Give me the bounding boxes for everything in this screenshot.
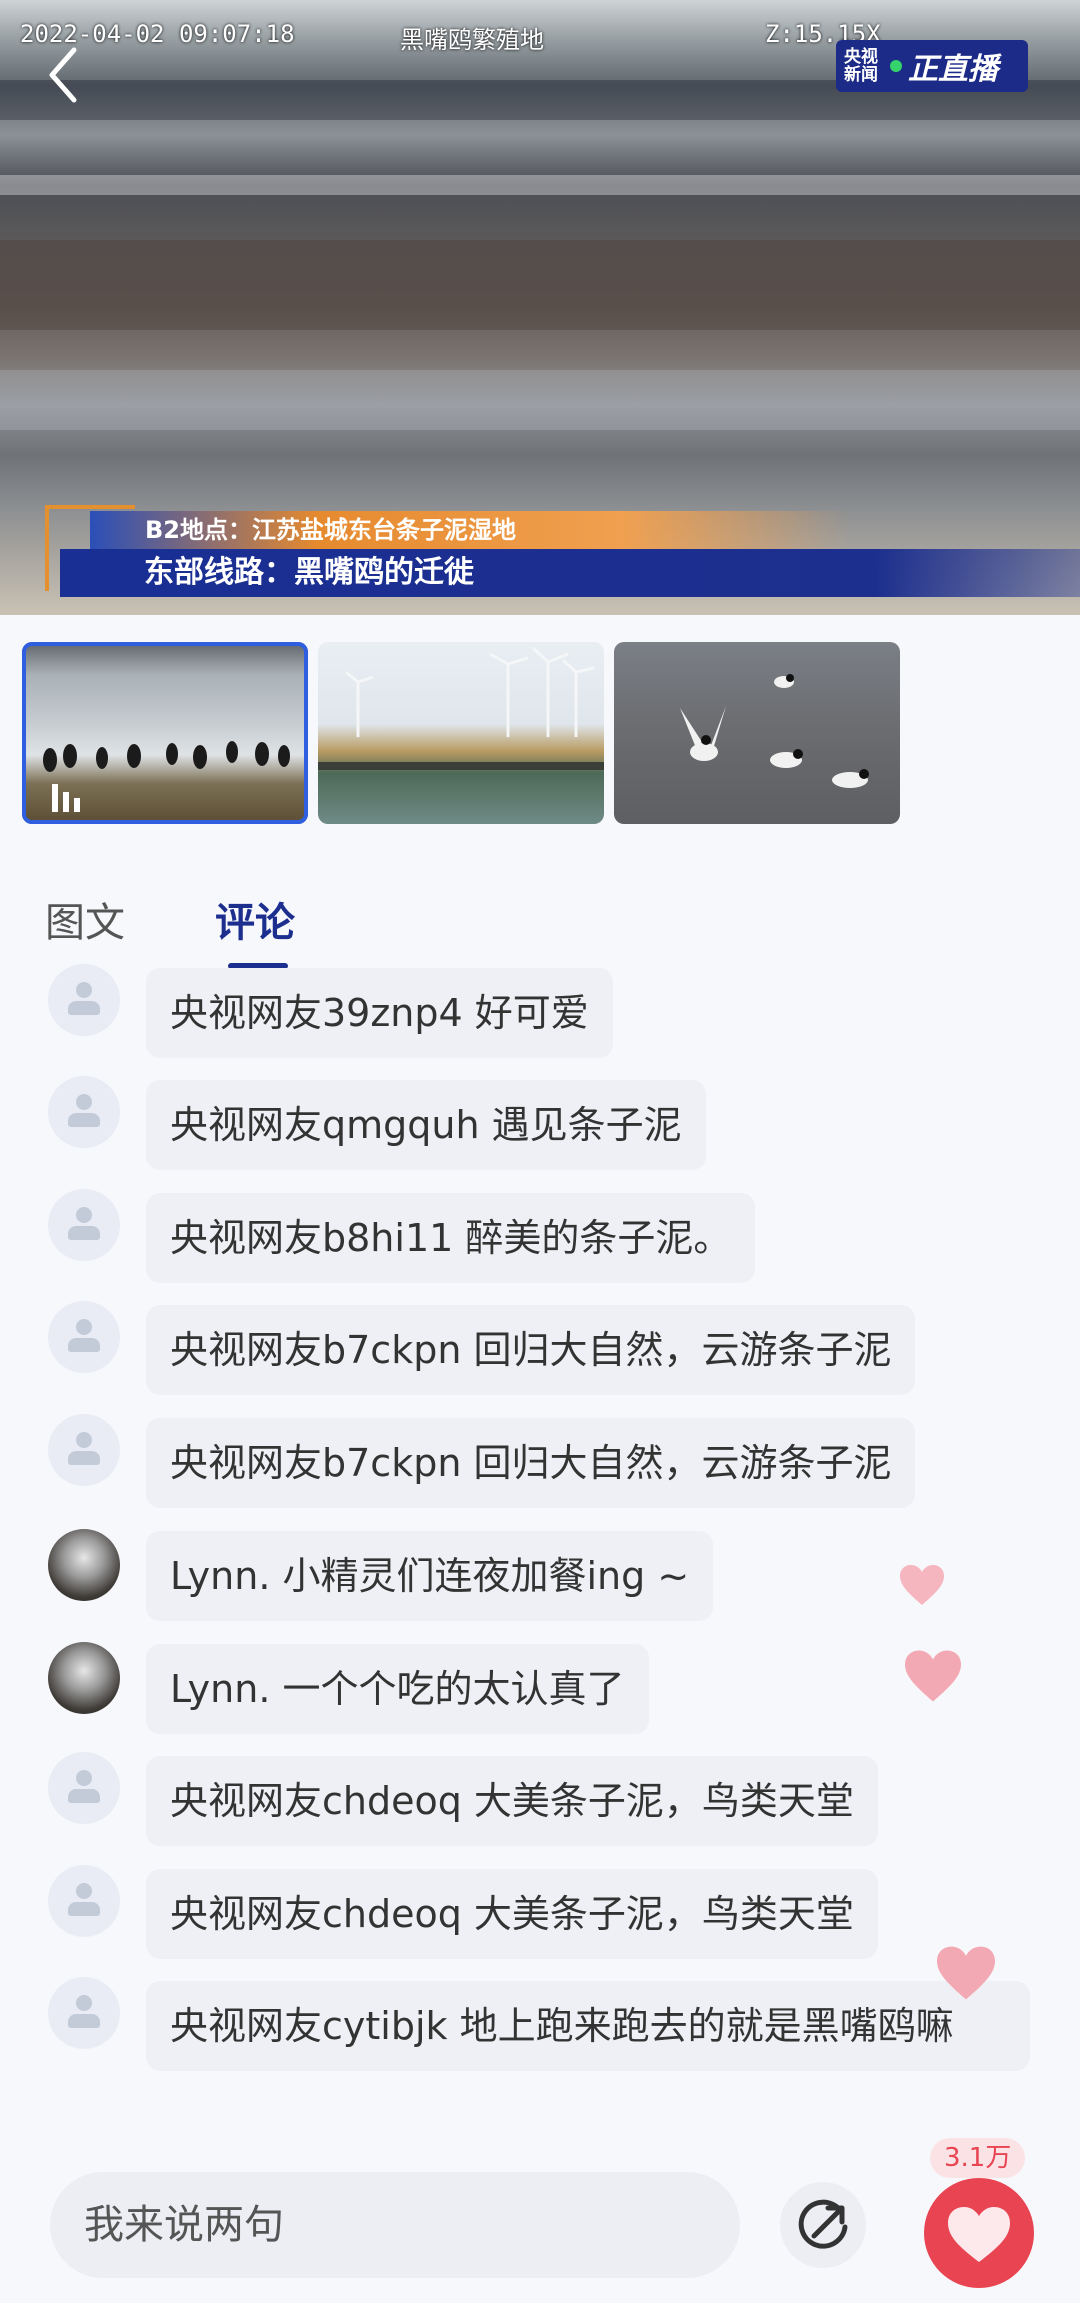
- lower-third: B2地点：江苏盐城东台条子泥湿地 东部线路：黑嘴鸥的迁徙: [0, 505, 1080, 600]
- comment-input[interactable]: 我来说两句: [50, 2172, 740, 2278]
- comment-bubble: 央视网友cytibjk 地上跑来跑去的就是黑嘴鸥嘛: [146, 1981, 1030, 2071]
- video-band: [0, 370, 1080, 430]
- avatar-default-icon: [48, 1752, 120, 1824]
- comment-bubble: Lynn. 小精灵们连夜加餐ing ~: [146, 1531, 714, 1621]
- lower-third-location: B2地点：江苏盐城东台条子泥湿地: [90, 511, 850, 549]
- floating-heart-icon: [937, 1946, 995, 2000]
- comment-bubble: Lynn. 一个个吃的太认真了: [146, 1644, 649, 1734]
- heart-icon: [948, 2207, 1010, 2262]
- like-count: 3.1万: [930, 2138, 1026, 2178]
- back-button[interactable]: [40, 40, 90, 110]
- live-badge: 央视新闻 正直播: [836, 40, 1028, 92]
- bottom-bar: 我来说两句 3.1万: [0, 2138, 1080, 2303]
- video-player[interactable]: 2022-04-02 09:07:18 黑嘴鸥繁殖地 Z:15.15X 央视新闻…: [0, 0, 1080, 615]
- avatar-default-icon: [48, 1414, 120, 1486]
- avatar-photo: [48, 1529, 120, 1601]
- live-badge-text: 正直播: [908, 52, 998, 87]
- avatar-photo: [48, 1642, 120, 1714]
- share-icon: [798, 2199, 848, 2249]
- comment-bubble: 央视网友chdeoq 大美条子泥，鸟类天堂: [146, 1756, 878, 1846]
- avatar-default-icon: [48, 1189, 120, 1261]
- share-button[interactable]: [780, 2182, 866, 2268]
- chevron-left-icon: [49, 47, 77, 103]
- cctv-news-logo: 央视新闻: [844, 47, 878, 85]
- pause-icon: [52, 782, 88, 812]
- gulls: [680, 674, 869, 788]
- video-band: [0, 240, 1080, 330]
- video-band: [0, 175, 1080, 195]
- comment-bubble: 央视网友chdeoq 大美条子泥，鸟类天堂: [146, 1869, 878, 1959]
- live-dot-icon: [890, 60, 902, 72]
- floating-heart-icon: [900, 1565, 944, 1605]
- wind-turbines: [318, 646, 604, 770]
- thumbnail-view-3[interactable]: [614, 642, 900, 824]
- avatar-default-icon: [48, 1076, 120, 1148]
- like-button[interactable]: [924, 2178, 1034, 2288]
- comment-bubble: 央视网友b8hi11 醉美的条子泥。: [146, 1193, 756, 1283]
- tab-comments[interactable]: 评论: [215, 890, 295, 948]
- avatar-default-icon: [48, 1865, 120, 1937]
- avatar-default-icon: [48, 1301, 120, 1373]
- camera-thumbnails: [22, 642, 900, 824]
- tab-graphic[interactable]: 图文: [45, 890, 125, 948]
- lower-third-frame: [45, 505, 135, 591]
- video-location-caption: 黑嘴鸥繁殖地: [400, 26, 544, 54]
- lower-third-title: 东部线路：黑嘴鸥的迁徙: [60, 549, 1080, 597]
- thumbnail-view-2[interactable]: [318, 642, 604, 824]
- content-tabs: 图文 评论: [0, 870, 1080, 970]
- avatar-default-icon: [48, 964, 120, 1036]
- floating-heart-icon: [905, 1650, 961, 1702]
- avatar-default-icon: [48, 1977, 120, 2049]
- thumbnail-view-1[interactable]: [22, 642, 308, 824]
- comment-bubble: 央视网友b7ckpn 回归大自然，云游条子泥: [146, 1305, 916, 1395]
- comment-bubble: 央视网友b7ckpn 回归大自然，云游条子泥: [146, 1418, 916, 1508]
- comment-bubble: 央视网友qmgquh 遇见条子泥: [146, 1080, 706, 1170]
- comment-bubble: 央视网友39znp4 好可爱: [146, 968, 613, 1058]
